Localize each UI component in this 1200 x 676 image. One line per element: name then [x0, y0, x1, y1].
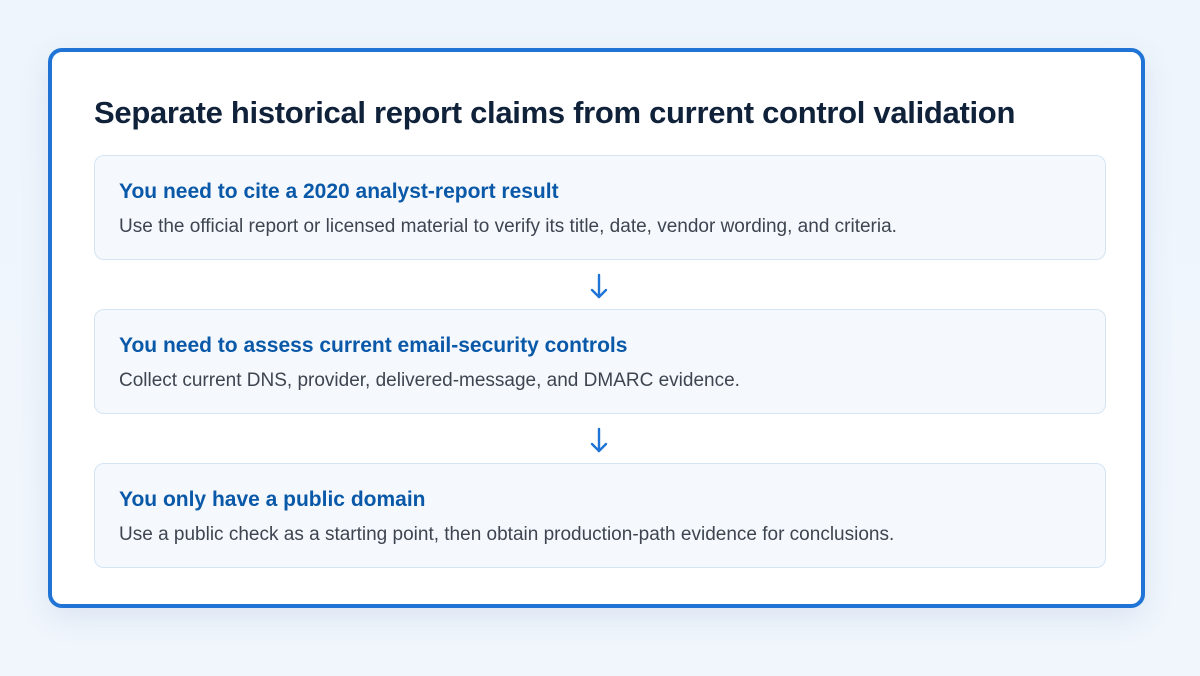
step-cite-report: You need to cite a 2020 analyst-report r…: [94, 155, 1106, 260]
step-description: Use a public check as a starting point, …: [119, 524, 895, 545]
decision-card: Separate historical report claims from c…: [48, 48, 1145, 608]
step-assess-controls: You need to assess current email-securit…: [94, 309, 1106, 414]
step-title: You need to assess current email-securit…: [119, 334, 628, 357]
step-title: You need to cite a 2020 analyst-report r…: [119, 180, 559, 203]
step-description: Collect current DNS, provider, delivered…: [119, 370, 740, 391]
arrow-down-icon: [590, 427, 608, 453]
arrow-down-icon: [590, 273, 608, 299]
step-description: Use the official report or licensed mate…: [119, 216, 897, 237]
page-title: Separate historical report claims from c…: [94, 95, 1016, 130]
step-public-domain: You only have a public domain Use a publ…: [94, 463, 1106, 568]
step-title: You only have a public domain: [119, 488, 426, 511]
